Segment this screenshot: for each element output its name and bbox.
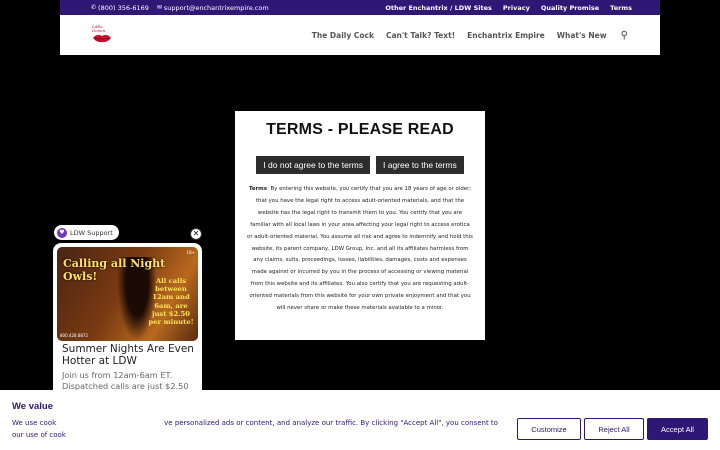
main-nav: The Daily Cock Can't Talk? Text! Enchant… (312, 30, 628, 41)
terms-body-lead: Terms (248, 186, 267, 192)
lips-icon (93, 34, 111, 43)
nav-whats-new[interactable]: What's New (557, 31, 607, 40)
nav-daily-cock[interactable]: The Daily Cock (312, 31, 374, 40)
phone-icon: ✆ (91, 4, 97, 11)
cookie-customize-button[interactable]: Customize (517, 418, 581, 440)
site-header: Little Domin. The Daily Cock Can't Talk? … (60, 15, 660, 55)
top-link-other-sites[interactable]: Other Enchantrix / LDW Sites (385, 4, 492, 12)
cookie-text: We use cook ve personalized ads or conten… (12, 418, 512, 441)
email-address: support@enchantrixempire.com (163, 3, 269, 12)
contact-info: ✆ (800) 356-6169 ✉ support@enchantrixemp… (91, 4, 269, 12)
terms-body: Terms: By entering this website, you cer… (247, 184, 473, 315)
promo-age-badge: 18+ (186, 250, 195, 255)
terms-modal: TERMS - PLEASE READ I do not agree to th… (235, 111, 485, 340)
logo-text: Little Domin. (92, 24, 107, 33)
cookie-reject-button[interactable]: Reject All (584, 418, 644, 440)
cookie-text-end: ve personalized ads or content, and anal… (164, 419, 498, 427)
agree-terms-button[interactable]: I agree to the terms (376, 156, 464, 174)
cookie-text-line2: our use of cook (12, 430, 66, 439)
terms-body-text: : By entering this website, you certify … (247, 186, 473, 312)
top-links: Other Enchantrix / LDW Sites Privacy Qua… (385, 4, 632, 12)
chat-close-icon[interactable]: ✕ (190, 228, 202, 240)
top-link-privacy[interactable]: Privacy (503, 4, 530, 12)
promo-phone: 800.428.8872 (60, 333, 88, 338)
promo-image[interactable]: Calling all Night Owls! All calls betwee… (57, 247, 198, 341)
envelope-icon: ✉ (156, 4, 162, 11)
terms-title: TERMS - PLEASE READ (266, 121, 454, 138)
shield-icon: ♥ (57, 227, 67, 238)
chat-support-name: LDW Support (70, 228, 113, 237)
promo-side-text: All calls between 12am and 6am, are just… (148, 277, 194, 327)
decline-terms-button[interactable]: I do not agree to the terms (256, 156, 370, 174)
cookie-accept-button[interactable]: Accept All (647, 418, 708, 440)
cookie-text-start: We use cook (12, 419, 57, 427)
chat-support-label[interactable]: ♥ LDW Support (54, 225, 119, 240)
top-link-terms[interactable]: Terms (610, 4, 632, 12)
nav-cant-talk-text[interactable]: Can't Talk? Text! (386, 31, 455, 40)
search-icon[interactable]: ⚲ (621, 30, 628, 41)
cookie-banner: We value We use cook ve personalized ads … (0, 390, 720, 450)
terms-buttons: I do not agree to the terms I agree to t… (247, 156, 473, 174)
email-contact[interactable]: ✉ support@enchantrixempire.com (157, 4, 269, 12)
top-link-quality-promise[interactable]: Quality Promise (541, 4, 599, 12)
site-logo[interactable]: Little Domin. (90, 24, 114, 46)
cookie-title: We value (12, 401, 54, 412)
phone-contact[interactable]: ✆ (800) 356-6169 (91, 4, 149, 12)
nav-enchantrix-empire[interactable]: Enchantrix Empire (467, 31, 545, 40)
phone-number: (800) 356-6169 (98, 3, 149, 12)
top-bar: ✆ (800) 356-6169 ✉ support@enchantrixemp… (60, 0, 660, 15)
chat-message-title: Summer Nights Are Even Hotter at LDW (62, 343, 194, 367)
